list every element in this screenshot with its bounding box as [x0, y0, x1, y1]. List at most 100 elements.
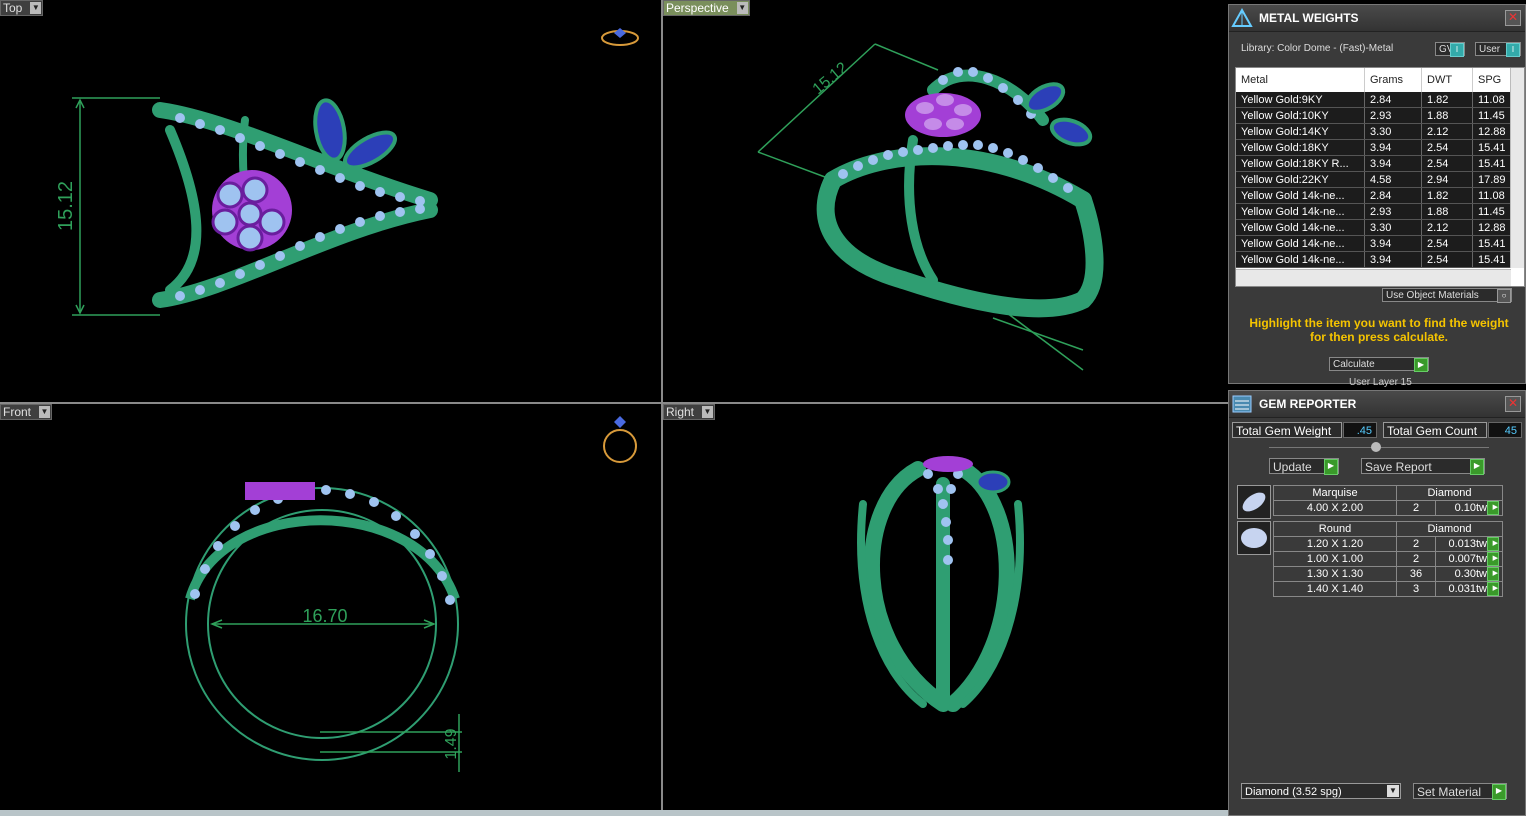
select-gem-arrow-icon[interactable]: ▶	[1487, 567, 1499, 581]
table-cell: 3.94	[1364, 235, 1422, 252]
gv-toggle[interactable]: GV I	[1435, 42, 1465, 57]
table-row[interactable]: Yellow Gold:14KY 3.30 2.12 12.88	[1236, 123, 1524, 140]
gem-weight-value: 0.031tw	[1448, 582, 1487, 595]
gem-count: 36	[1396, 566, 1436, 582]
table-cell: Yellow Gold:18KY R...	[1236, 155, 1365, 172]
table-row[interactable]: Yellow Gold:10KY 2.93 1.88 11.45	[1236, 107, 1524, 124]
background-layer-text: User Layer 15	[1349, 377, 1412, 388]
chevron-down-icon[interactable]: ▼	[1387, 785, 1399, 797]
viewport-perspective[interactable]: 15.12 Perspective ▼	[663, 0, 1228, 402]
table-cell: Yellow Gold 14k-ne...	[1236, 235, 1365, 252]
ring-right-view	[857, 456, 1024, 712]
front-thickness-label: 1.49	[443, 728, 460, 759]
gem-reporter-titlebar[interactable]: GEM REPORTER ✕	[1229, 391, 1525, 418]
viewport-top[interactable]: 15.12 Top ▼	[0, 0, 661, 402]
viewport-label-right[interactable]: Right ▼	[663, 404, 716, 420]
marquise-gem-icon	[1237, 485, 1271, 519]
select-gem-arrow-icon[interactable]: ▶	[1487, 582, 1499, 596]
table-cell: Yellow Gold 14k-ne...	[1236, 251, 1365, 268]
column-header-dwt[interactable]: DWT	[1421, 68, 1473, 92]
viewport-right[interactable]: Right ▼	[663, 404, 1228, 810]
gem-size: 4.00 X 2.00	[1273, 500, 1397, 516]
gem-shape-header: Round	[1273, 521, 1397, 537]
gem-material-header: Diamond	[1396, 485, 1503, 501]
top-dimension-label: 15.12	[55, 181, 77, 231]
gem-row[interactable]: 1.40 X 1.40 3 0.031tw ▶	[1273, 581, 1503, 597]
save-report-button[interactable]: Save Report ▶	[1361, 458, 1485, 475]
table-cell: 1.82	[1421, 92, 1473, 108]
column-header-metal[interactable]: Metal	[1236, 68, 1365, 92]
gem-reporter-panel: GEM REPORTER ✕ Total Gem Weight .45 Tota…	[1228, 390, 1526, 816]
gem-weight: 0.30tw ▶	[1435, 566, 1503, 582]
table-cell: 1.82	[1421, 187, 1473, 204]
table-cell: 3.94	[1364, 155, 1422, 172]
gem-row[interactable]: 4.00 X 2.00 2 0.10tw ▶	[1273, 500, 1503, 516]
close-icon[interactable]: ✕	[1505, 396, 1521, 412]
update-button[interactable]: Update ▶	[1269, 458, 1339, 475]
table-row[interactable]: Yellow Gold:9KY 2.84 1.82 11.08	[1236, 92, 1524, 108]
table-cell: Yellow Gold:18KY	[1236, 139, 1365, 156]
ring-top-view: 15.12	[55, 28, 639, 316]
calculate-button[interactable]: Calculate ▶	[1329, 357, 1429, 372]
select-gem-arrow-icon[interactable]: ▶	[1487, 501, 1499, 515]
table-cell: 3.94	[1364, 251, 1422, 268]
metal-weights-table[interactable]: Metal Grams DWT SPG Yellow Gold:9KY 2.84 1…	[1235, 67, 1525, 287]
table-cell: Yellow Gold 14k-ne...	[1236, 203, 1365, 220]
perspective-dimension-label: 15.12	[810, 59, 852, 98]
set-material-button[interactable]: Set Material ▶	[1413, 783, 1507, 800]
gem-size: 1.20 X 1.20	[1273, 536, 1397, 552]
front-dimension-label: 16.70	[302, 606, 347, 626]
ring-perspective-view: 15.12	[757, 43, 1104, 371]
ring-orientation-icon	[601, 28, 639, 46]
table-row[interactable]: Yellow Gold 14k-ne... 3.30 2.12 12.88	[1236, 219, 1524, 236]
column-header-grams[interactable]: Grams	[1364, 68, 1422, 92]
marquise-gem-table: Marquise Diamond 4.00 X 2.00 2 0.10tw ▶	[1273, 485, 1503, 516]
table-cell: 2.84	[1364, 187, 1422, 204]
gem-weight: 0.10tw ▶	[1435, 500, 1503, 516]
material-select[interactable]: Diamond (3.52 spg) ▼	[1241, 783, 1401, 799]
chevron-down-icon[interactable]: ▼	[702, 406, 714, 418]
table-row[interactable]: Yellow Gold:22KY 4.58 2.94 17.89	[1236, 171, 1524, 188]
gem-size: 1.30 X 1.30	[1273, 566, 1397, 582]
viewport-label-front[interactable]: Front ▼	[0, 404, 53, 420]
vertical-scrollbar[interactable]	[1510, 68, 1524, 268]
chevron-down-icon[interactable]: ▼	[736, 2, 748, 14]
viewport-divider-horizontal[interactable]	[0, 402, 1228, 404]
gem-row[interactable]: 1.20 X 1.20 2 0.013tw ▶	[1273, 536, 1503, 552]
splitter-handle-icon[interactable]	[1371, 442, 1381, 452]
viewport-label-perspective[interactable]: Perspective ▼	[663, 0, 750, 16]
viewport-label-top[interactable]: Top ▼	[0, 0, 44, 16]
gem-weight-value: 0.007tw	[1448, 552, 1487, 565]
gem-size: 1.00 X 1.00	[1273, 551, 1397, 567]
user-toggle[interactable]: User I	[1475, 42, 1521, 57]
table-cell: Yellow Gold:22KY	[1236, 171, 1365, 188]
table-cell: Yellow Gold:10KY	[1236, 107, 1365, 124]
table-row[interactable]: Yellow Gold 14k-ne... 3.94 2.54 15.41	[1236, 235, 1524, 252]
use-object-materials-checkbox[interactable]: Use Object Materials ○	[1382, 288, 1512, 303]
viewport-divider-vertical[interactable]	[661, 0, 663, 810]
table-cell: 2.12	[1421, 123, 1473, 140]
select-gem-arrow-icon[interactable]: ▶	[1487, 537, 1499, 551]
table-cell: Yellow Gold:14KY	[1236, 123, 1365, 140]
table-row[interactable]: Yellow Gold:18KY 3.94 2.54 15.41	[1236, 139, 1524, 156]
viewport-front[interactable]: 16.70 1.49 Front ▼	[0, 404, 661, 810]
total-gem-count-label: Total Gem Count	[1383, 422, 1487, 438]
table-cell: 2.54	[1421, 139, 1473, 156]
close-icon[interactable]: ✕	[1505, 10, 1521, 26]
table-cell: 2.54	[1421, 235, 1473, 252]
metal-weights-titlebar[interactable]: METAL WEIGHTS ✕	[1229, 5, 1525, 32]
table-row[interactable]: Yellow Gold:18KY R... 3.94 2.54 15.41	[1236, 155, 1524, 172]
chevron-down-icon[interactable]: ▼	[39, 406, 51, 418]
select-gem-arrow-icon[interactable]: ▶	[1487, 552, 1499, 566]
table-row[interactable]: Yellow Gold 14k-ne... 2.93 1.88 11.45	[1236, 203, 1524, 220]
gem-material-header: Diamond	[1396, 521, 1503, 537]
gem-row[interactable]: 1.00 X 1.00 2 0.007tw ▶	[1273, 551, 1503, 567]
gem-size: 1.40 X 1.40	[1273, 581, 1397, 597]
table-row[interactable]: Yellow Gold 14k-ne... 2.84 1.82 11.08	[1236, 187, 1524, 204]
gem-row[interactable]: 1.30 X 1.30 36 0.30tw ▶	[1273, 566, 1503, 582]
table-cell: Yellow Gold 14k-ne...	[1236, 187, 1365, 204]
metal-weights-icon	[1231, 8, 1253, 27]
chevron-down-icon[interactable]: ▼	[30, 2, 42, 14]
table-row[interactable]: Yellow Gold 14k-ne... 3.94 2.54 15.41	[1236, 251, 1524, 268]
horizontal-scrollbar[interactable]	[1236, 269, 1511, 286]
